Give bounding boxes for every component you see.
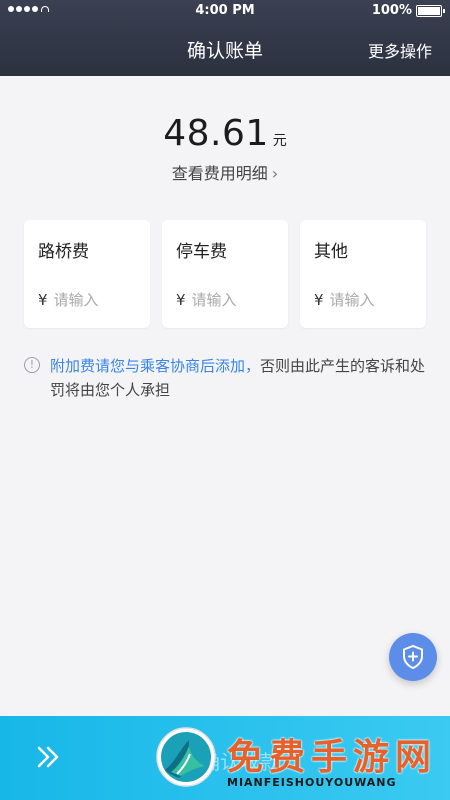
currency-symbol: ¥	[314, 290, 324, 309]
fee-card-parking[interactable]: 停车费 ¥ 请输入	[162, 220, 288, 328]
view-fee-details-link[interactable]: 查看费用明细 ›	[0, 160, 450, 184]
header: 4:00 PM 100% 确认账单 更多操作	[0, 0, 450, 76]
other-fee-input[interactable]: ¥ 请输入	[314, 289, 375, 310]
input-placeholder: 请输入	[329, 291, 375, 309]
currency-symbol: ¥	[176, 290, 186, 309]
more-actions-button[interactable]: 更多操作	[368, 38, 432, 62]
battery-status: 100%	[371, 3, 445, 18]
bill-amount: 48.61 元	[0, 113, 450, 154]
chevron-right-icon: ›	[271, 164, 279, 183]
fee-card-label: 停车费	[176, 242, 227, 262]
currency-symbol: ¥	[38, 290, 48, 309]
fee-card-toll[interactable]: 路桥费 ¥ 请输入	[24, 220, 150, 328]
amount-value: 48.61	[163, 113, 269, 154]
input-placeholder: 请输入	[191, 291, 237, 309]
double-chevron-right-icon	[37, 746, 59, 768]
surcharge-notice: ! 附加费请您与乘客协商后添加，否则由此产生的客诉和处罚将由您个人承担	[24, 354, 428, 402]
battery-icon	[416, 4, 445, 17]
notice-text: 附加费请您与乘客协商后添加，否则由此产生的客诉和处罚将由您个人承担	[50, 354, 428, 402]
notice-highlight: 附加费请您与乘客协商后添加，	[50, 357, 261, 375]
watermark-logo-icon	[156, 727, 216, 787]
fee-card-label: 其他	[314, 242, 348, 262]
parking-fee-input[interactable]: ¥ 请输入	[176, 289, 237, 310]
amount-unit: 元	[272, 133, 287, 149]
toll-fee-input[interactable]: ¥ 请输入	[38, 289, 99, 310]
input-placeholder: 请输入	[53, 291, 99, 309]
info-icon: !	[24, 357, 40, 373]
fee-card-label: 路桥费	[38, 242, 89, 262]
safety-shield-button[interactable]	[389, 633, 437, 681]
view-fee-details-label: 查看费用明细	[171, 164, 268, 183]
watermark: 免费手游网 MIANFEISHOUYOUWANG	[155, 724, 440, 794]
watermark-title: 免费手游网	[227, 737, 438, 778]
status-bar: 4:00 PM 100%	[0, 0, 450, 22]
fee-card-other[interactable]: 其他 ¥ 请输入	[300, 220, 426, 328]
watermark-subtitle: MIANFEISHOUYOUWANG	[227, 776, 397, 789]
battery-percent: 100%	[371, 3, 412, 18]
shield-plus-icon	[403, 644, 423, 670]
